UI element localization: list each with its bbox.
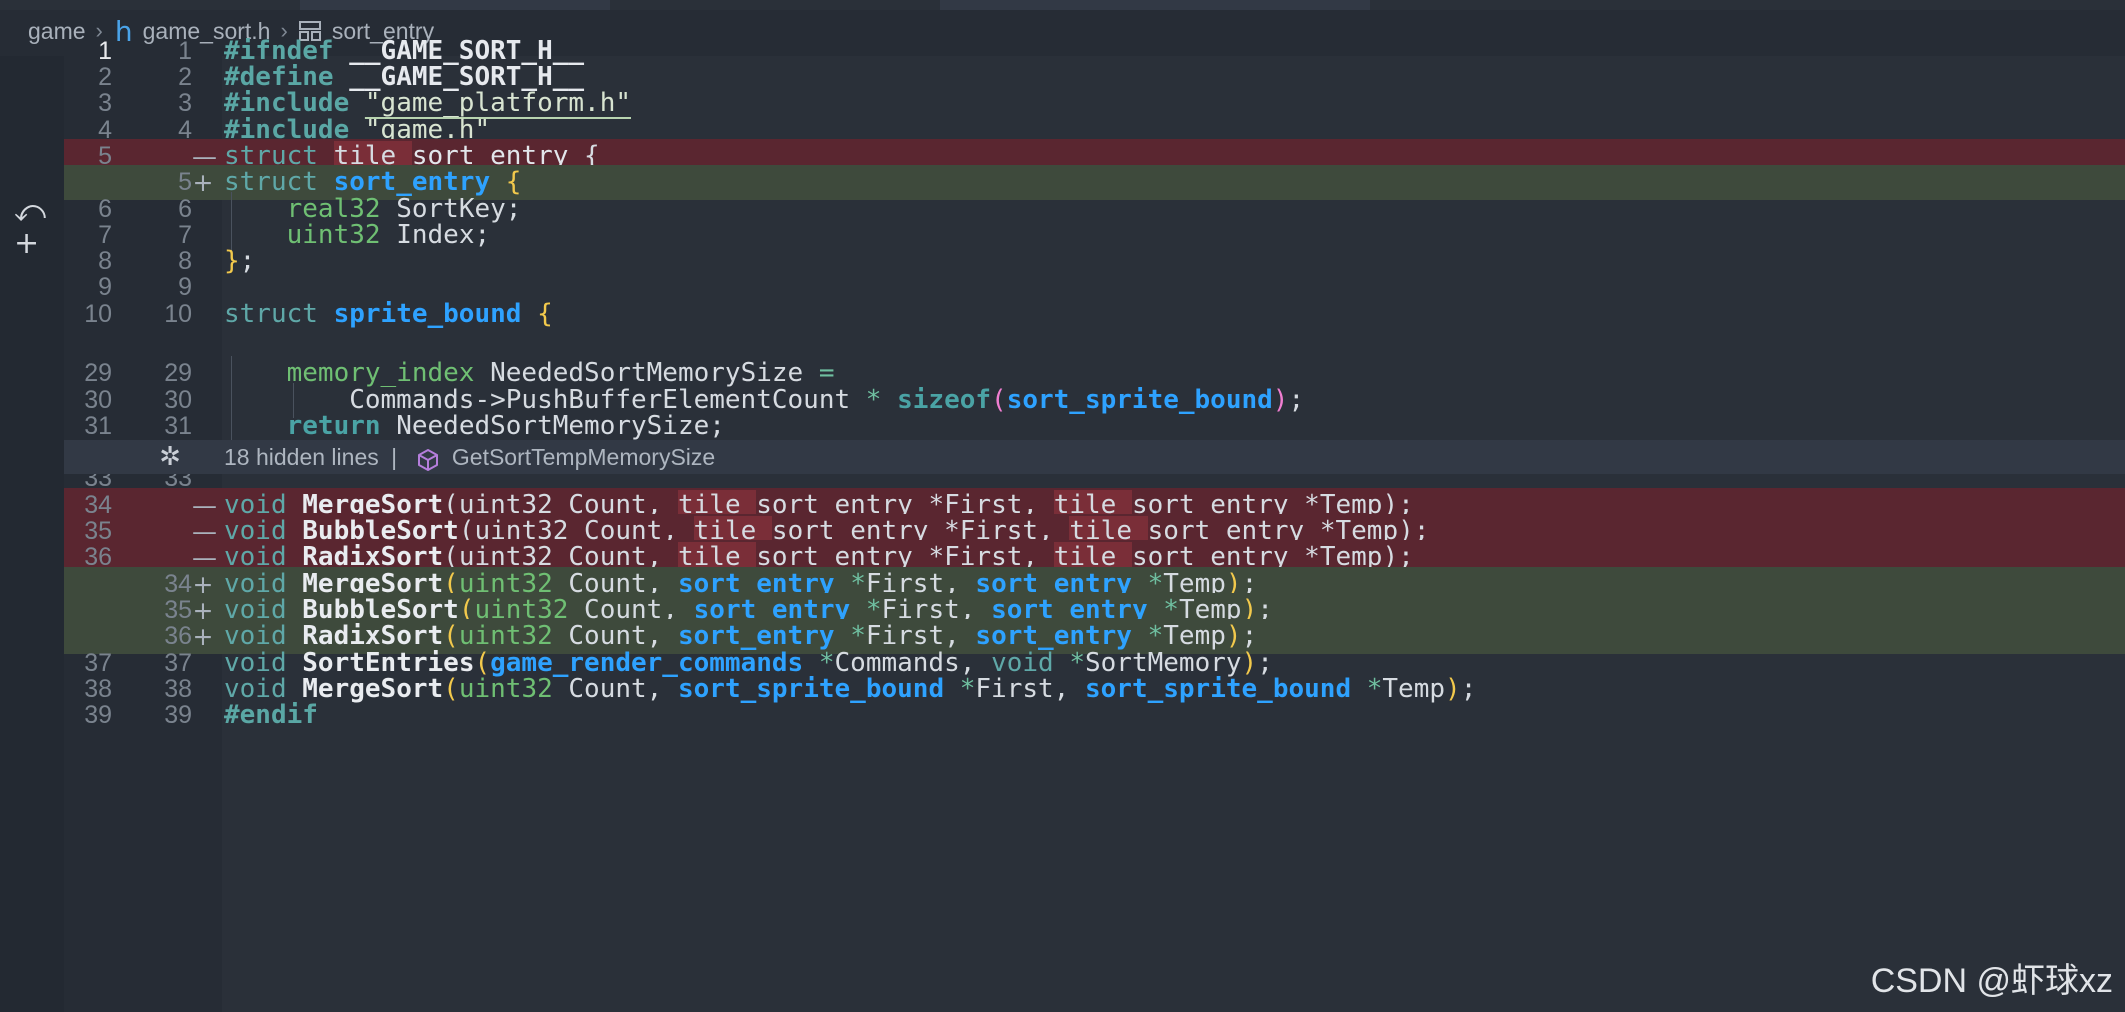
revert-icon[interactable]: ⤺ (14, 194, 46, 229)
fold-separator: | (391, 444, 398, 470)
tab-strip-segment (300, 0, 610, 10)
modified-line-number: 39 (164, 701, 192, 729)
hidden-lines-count: 18 hidden lines (224, 444, 379, 470)
add-icon[interactable]: + (14, 226, 39, 261)
original-line-number: 39 (84, 701, 112, 729)
fold-label[interactable]: 18 hidden lines | GetSortTempMemorySize (224, 440, 715, 474)
top-tab-strip (0, 0, 2125, 10)
code-token: #endif (224, 700, 318, 730)
tab-strip-segment (940, 0, 1370, 10)
folded-region[interactable]: ✲ 18 hidden lines | GetSortTempMemorySiz… (64, 440, 2125, 474)
code-text[interactable]: #endif (224, 698, 318, 733)
watermark: CSDN @虾球xz (1870, 962, 2113, 1000)
code-line[interactable]: 39 39 #endif (64, 698, 2125, 733)
code-token: sprite_bound (333, 299, 522, 329)
code-token: { (537, 299, 553, 329)
code-text[interactable]: struct sprite_bound { (224, 297, 553, 332)
original-line-number: 10 (84, 300, 112, 328)
modified-line-number: 10 (164, 300, 192, 328)
code-token: struct (224, 299, 318, 329)
code-line[interactable]: 10 10 struct sprite_bound { (64, 297, 2125, 332)
method-symbol-icon (416, 447, 440, 471)
diff-action-gutter: ⤺ + (0, 56, 64, 1012)
fold-symbol-name: GetSortTempMemorySize (451, 444, 716, 470)
unfold-icon[interactable]: ✲ (154, 442, 186, 472)
